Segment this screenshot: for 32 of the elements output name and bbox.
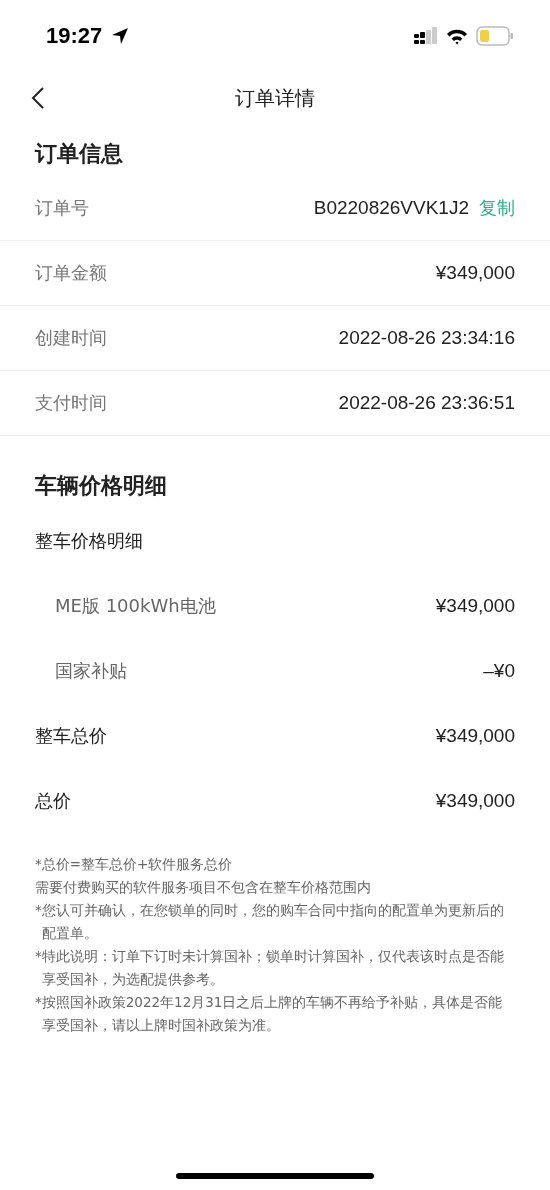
price-label: 国家补贴 [54, 658, 128, 683]
status-time: 19:27 [46, 23, 103, 49]
location-arrow-icon [110, 26, 131, 46]
field-label: 订单号 [35, 196, 90, 220]
field-value: B0220826VVK1J2 [313, 197, 469, 219]
signal-icon [414, 27, 438, 45]
section-title: 车辆价格明细 [34, 472, 168, 500]
section-title: 订单信息 [33, 140, 124, 168]
field-label: 订单金额 [35, 261, 108, 285]
copy-link[interactable]: 复制 [479, 196, 515, 220]
footnote: *特此说明：订单下订时未计算国补；锁单时计算国补，仅代表该时点是否能享受国补，为选配提供参考。 [35, 947, 505, 989]
price-label: 整车总价 [35, 723, 108, 748]
field-label: 创建时间 [35, 326, 108, 350]
field-value: ¥349,000 [435, 262, 515, 284]
price-value: –¥0 [483, 659, 515, 682]
price-value: ¥349,000 [435, 789, 515, 812]
wifi-icon [446, 27, 468, 45]
battery-icon [476, 26, 514, 46]
page-title: 订单详情 [235, 84, 315, 112]
price-label: ME版 100kWh电池 [54, 593, 217, 618]
footnote: *按照国补政策2022年12月31日之后上牌的车辆不再给予补贴，具体是否能享受国补，请以上牌时国补政策为准。 [35, 993, 504, 1035]
field-value: 2022-08-26 23:34:16 [338, 327, 515, 349]
price-label: 总价 [35, 788, 72, 813]
footnote: 需要付费购买的软件服务项目不包含在整车价格范围内 [35, 878, 372, 897]
price-value: ¥349,000 [435, 724, 515, 747]
back-icon[interactable] [31, 86, 45, 110]
group-heading: 整车价格明细 [35, 528, 144, 553]
footnote: *总价=整车总价+软件服务总价 [35, 855, 234, 874]
footnote: *您认可并确认，在您锁单的同时，您的购车合同中指向的配置单为更新后的配置单。 [35, 901, 505, 943]
field-value: 2022-08-26 23:36:51 [338, 392, 515, 414]
field-label: 支付时间 [35, 391, 108, 415]
price-value: ¥349,000 [435, 594, 515, 617]
